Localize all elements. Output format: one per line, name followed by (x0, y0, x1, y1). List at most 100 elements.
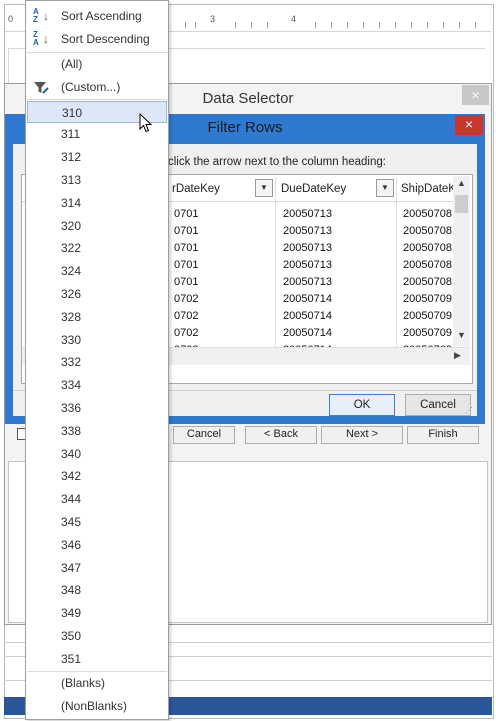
scroll-up-icon[interactable]: ▲ (453, 176, 470, 190)
scroll-down-icon[interactable]: ▼ (453, 328, 470, 342)
filter-value-item[interactable]: 346 (27, 534, 167, 556)
filter-value-item[interactable]: 330 (27, 329, 167, 351)
filter-value-label: 324 (61, 264, 82, 278)
grid-cell: 20050708 (403, 208, 452, 220)
filter-value-label: 350 (61, 629, 82, 643)
grid-cell: 20050714 (283, 293, 332, 305)
filter-value-item[interactable]: 313 (27, 169, 167, 191)
filter-value-label: 330 (61, 333, 82, 347)
filter-custom-item[interactable]: (Custom...) (27, 76, 167, 98)
column-header: DueDateKey (281, 183, 347, 195)
filter-all-item[interactable]: (All) (27, 53, 167, 75)
filter-value-label: 312 (61, 150, 82, 164)
filter-dropdown-menu: A Z ↓ Sort Ascending Z A ↓ Sort Descending (… (25, 0, 169, 720)
grid-cell: 20050708 (403, 242, 452, 254)
filter-value-item[interactable]: 350 (27, 625, 167, 647)
grid-cell: 20050714 (283, 310, 332, 322)
finish-button[interactable]: Finish (407, 426, 479, 444)
filter-value-label: 338 (61, 424, 82, 438)
sort-ascending-icon: A Z ↓ (33, 7, 49, 24)
filter-value-label: 348 (61, 583, 82, 597)
filter-value-item[interactable]: 314 (27, 192, 167, 214)
grid-cell: 20050709 (403, 310, 452, 322)
filter-value-item[interactable]: 340 (27, 443, 167, 465)
filter-value-item[interactable]: 345 (27, 511, 167, 533)
cancel-button[interactable]: Cancel (173, 426, 235, 444)
filter-value-label: 344 (61, 492, 82, 506)
grid-cell: 20050709 (403, 327, 452, 339)
column-filter-dropdown[interactable]: ▼ (255, 179, 273, 197)
back-button[interactable]: < Back (245, 426, 317, 444)
ruler-mark: 3 (210, 14, 216, 24)
filter-nonblanks-item[interactable]: (NonBlanks) (27, 695, 167, 717)
column-header: rDateKey (172, 183, 220, 195)
filter-value-item[interactable]: 328 (27, 306, 167, 328)
filter-value-item[interactable]: 324 (27, 260, 167, 282)
vertical-scroll-thumb[interactable] (455, 195, 468, 213)
close-icon: × (471, 87, 480, 103)
filter-value-item[interactable]: 348 (27, 579, 167, 601)
ruler-mark: 0 (8, 14, 14, 24)
filter-value-item[interactable]: 312 (27, 146, 167, 168)
filter-value-label: 322 (61, 241, 82, 255)
column-filter-dropdown[interactable]: ▼ (376, 179, 394, 197)
resize-grip-icon[interactable]: ⋰ (465, 406, 473, 415)
grid-cell: 20050713 (283, 242, 332, 254)
grid-cell: 0701 (174, 208, 199, 220)
filter-value-label: 349 (61, 606, 82, 620)
cancel-button[interactable]: Cancel (405, 394, 471, 416)
close-icon: × (464, 116, 474, 132)
grid-cell: 20050708 (403, 225, 452, 237)
filter-value-item[interactable]: 338 (27, 420, 167, 442)
filter-value-label: 347 (61, 561, 82, 575)
filter-value-item[interactable]: 326 (27, 283, 167, 305)
filter-rows-close-button[interactable]: × (455, 115, 483, 135)
filter-value-item[interactable]: 344 (27, 488, 167, 510)
grid-cell: 20050708 (403, 276, 452, 288)
filter-value-label: 310 (62, 106, 83, 120)
grid-cell: 20050713 (283, 259, 332, 271)
grid-cell: 0702 (174, 310, 199, 322)
sort-descending-item[interactable]: Z A ↓ Sort Descending (27, 28, 167, 50)
filter-value-label: 320 (61, 219, 82, 233)
filter-value-label: 336 (61, 401, 82, 415)
grid-cell: 0701 (174, 242, 199, 254)
sort-descending-icon: Z A ↓ (33, 30, 49, 47)
grid-cell: 0701 (174, 276, 199, 288)
filter-value-label: 351 (61, 652, 82, 666)
filter-value-label: 314 (61, 196, 82, 210)
grid-cell: 0702 (174, 327, 199, 339)
grid-cell: 20050713 (283, 208, 332, 220)
filter-value-item[interactable]: 347 (27, 557, 167, 579)
filter-blanks-label: (Blanks) (61, 676, 106, 690)
grid-cell: 20050713 (283, 276, 332, 288)
filter-value-item[interactable]: 334 (27, 374, 167, 396)
filter-value-item[interactable]: 322 (27, 237, 167, 259)
next-button[interactable]: Next > (321, 426, 403, 444)
filter-value-item[interactable]: 336 (27, 397, 167, 419)
filter-value-item[interactable]: 342 (27, 465, 167, 487)
data-selector-close-button[interactable]: × (462, 85, 489, 105)
filter-value-item[interactable]: 332 (27, 351, 167, 373)
filter-value-label: 332 (61, 355, 82, 369)
scroll-right-icon[interactable]: ▶ (454, 350, 461, 361)
sort-ascending-label: Sort Ascending (61, 9, 142, 23)
filter-value-label: 342 (61, 469, 82, 483)
sort-ascending-item[interactable]: A Z ↓ Sort Ascending (27, 5, 167, 27)
grid-cell: 20050708 (403, 259, 452, 271)
filter-all-label: (All) (61, 57, 83, 71)
filter-blanks-item[interactable]: (Blanks) (27, 672, 167, 694)
instruction-text: click the arrow next to the column headi… (168, 156, 386, 168)
filter-value-label: 345 (61, 515, 82, 529)
sort-descending-label: Sort Descending (61, 32, 150, 46)
ok-button[interactable]: OK (329, 394, 395, 416)
filter-value-label: 346 (61, 538, 82, 552)
grid-cell: 20050714 (283, 327, 332, 339)
filter-value-item[interactable]: 320 (27, 215, 167, 237)
grid-cell: 0701 (174, 259, 199, 271)
grid-cell: 20050713 (283, 225, 332, 237)
filter-value-item[interactable]: 351 (27, 648, 167, 670)
grid-cell: 20050709 (403, 293, 452, 305)
mouse-pointer-icon (139, 112, 153, 136)
filter-value-item[interactable]: 349 (27, 602, 167, 624)
